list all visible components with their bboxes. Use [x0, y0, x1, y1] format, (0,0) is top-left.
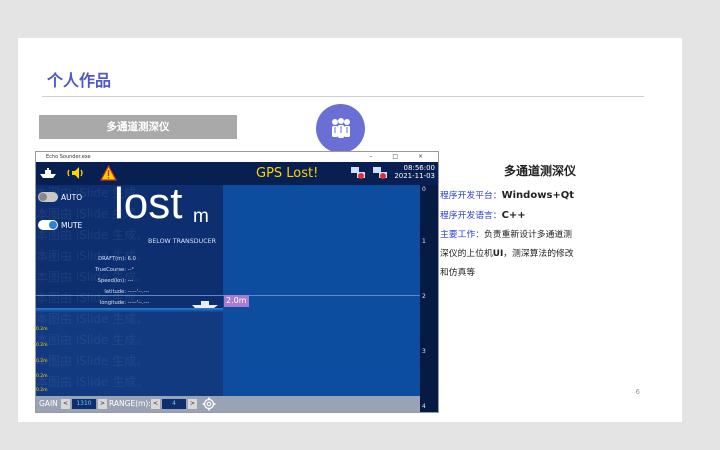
left-tick: 0.2m: [36, 359, 48, 364]
clock-date: 2021-11-03: [394, 172, 435, 180]
work-key: 主要工作：: [440, 230, 484, 240]
vessel-icon: [192, 301, 218, 308]
scale-label: 0: [422, 186, 426, 193]
mute-toggle[interactable]: [38, 220, 58, 230]
speaker-icon[interactable]: [66, 166, 86, 180]
work-row: 主要工作：负责重新设计多通道测深仪的上位机UI，测深算法的修改和仿真等: [440, 226, 640, 283]
app-screenshot-window: Echo Sounder.exe – □ × 本图由 iSlide 生成。 本图由…: [35, 151, 439, 413]
range-value[interactable]: 4: [162, 399, 186, 409]
nav-info: DRAFT(m): 6.0 TrueCourse: --° Speed(kn):…: [56, 254, 176, 309]
info-row-longitude: longitude: --·--'--.---: [99, 300, 150, 306]
device-disconnected-icon[interactable]: [372, 166, 388, 180]
work-text-2: 深仪的上位机: [440, 249, 493, 259]
echo-sounder-app: 本图由 iSlide 生成。 本图由 iSlide 生成。 本图由 iSlide 生…: [36, 162, 438, 412]
language-key: 程序开发语言：: [440, 211, 502, 221]
window-title: Echo Sounder.exe: [46, 154, 91, 160]
gps-status: GPS Lost!: [256, 166, 319, 181]
clock-time: 08:56:00: [403, 164, 435, 172]
left-tick: 0.2m: [36, 343, 48, 348]
ship-logo-icon: [40, 168, 56, 178]
range-decrease-button[interactable]: <: [151, 399, 160, 409]
language-value: C++: [501, 210, 526, 221]
clock: 08:56:00 2021-11-03: [394, 164, 435, 180]
mute-label: MUTE: [61, 221, 83, 230]
gain-value[interactable]: 1310: [72, 399, 96, 409]
auto-toggle[interactable]: [38, 192, 58, 202]
depth-readout: lost: [114, 179, 183, 228]
project-tag: 多通道测深仪: [39, 115, 237, 139]
control-bar: GAIN < 1310 > RANGE(m): < 4 >: [36, 396, 420, 412]
below-transducer-label: BELOW TRANSDUCER: [148, 238, 216, 245]
depth-unit: m: [193, 206, 209, 227]
settings-gear-icon[interactable]: [202, 397, 216, 411]
platform-row: 程序开发平台：Windows+Qt: [440, 186, 640, 206]
depth-scale: 0 1 2 3 4: [420, 185, 438, 412]
project-description: 多通道测深仪 程序开发平台：Windows+Qt 程序开发语言：C++ 主要工作…: [440, 162, 640, 283]
people-group-icon: [316, 104, 365, 153]
network-disconnected-icon[interactable]: [350, 166, 366, 180]
language-row: 程序开发语言：C++: [440, 206, 640, 226]
info-row-speed: Speed(kn): ---: [97, 278, 134, 284]
platform-key: 程序开发平台：: [440, 191, 502, 201]
title-divider: [42, 96, 644, 97]
slide-title: 个人作品: [47, 71, 112, 90]
scale-label: 4: [422, 403, 426, 410]
gain-increase-button[interactable]: >: [98, 399, 107, 409]
scale-label: 1: [422, 238, 426, 245]
range-increase-button[interactable]: >: [188, 399, 197, 409]
depth-marker: 2.0m: [224, 295, 249, 307]
work-text-2-bold: UI: [492, 249, 504, 259]
left-tick: 0.2m: [36, 388, 48, 393]
gain-label: GAIN: [39, 399, 58, 408]
left-tick: 0.2m: [36, 327, 48, 332]
left-tick: 0.2m: [36, 374, 48, 379]
platform-value: Windows+Qt: [501, 190, 575, 201]
gain-decrease-button[interactable]: <: [61, 399, 70, 409]
work-text-3: 和仿真等: [440, 268, 476, 278]
info-row-draft: DRAFT(m): 6.0: [98, 256, 136, 262]
info-row-course: TrueCourse: --°: [95, 267, 134, 273]
info-row-latitude: latitude: --·--'--.---: [104, 289, 150, 295]
work-text-2-rest: ，测深算法的修改: [503, 249, 574, 259]
scale-label: 3: [422, 348, 426, 355]
range-label: RANGE(m):: [109, 399, 151, 408]
scale-label: 2: [422, 293, 426, 300]
window-controls[interactable]: – □ ×: [369, 152, 432, 162]
work-text-1: 负责重新设计多通道测: [484, 230, 572, 240]
window-titlebar: Echo Sounder.exe – □ ×: [36, 152, 438, 162]
auto-label: AUTO: [61, 193, 83, 202]
description-title: 多通道测深仪: [503, 164, 576, 178]
page-number: 6: [635, 388, 640, 396]
app-topbar: GPS Lost! 08:56:00 2021-11-03: [36, 162, 438, 185]
